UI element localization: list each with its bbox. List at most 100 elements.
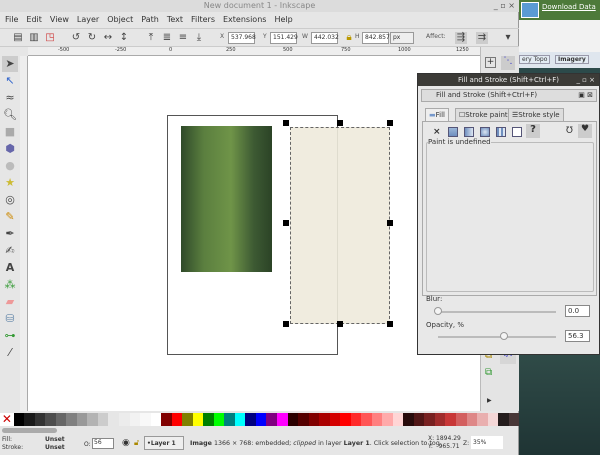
color-swatch[interactable] <box>413 413 425 426</box>
eraser-tool-icon[interactable]: ▰ <box>2 294 18 310</box>
menu-extensions[interactable]: Extensions <box>223 12 266 28</box>
resize-handle[interactable] <box>283 220 289 226</box>
fill-rule-evenodd-icon[interactable]: Ʊ <box>566 126 573 136</box>
color-swatch[interactable] <box>498 413 509 426</box>
scrollbar[interactable] <box>2 428 57 433</box>
blur-spinbox[interactable]: 0.0 <box>565 305 590 317</box>
dock-controls[interactable]: ▣ ⊠ <box>578 90 593 101</box>
color-swatch[interactable] <box>508 413 520 426</box>
resize-handle[interactable] <box>387 120 393 126</box>
unit-select[interactable]: px <box>390 32 414 44</box>
color-swatch[interactable] <box>108 413 119 426</box>
menu-help[interactable]: Help <box>274 12 292 28</box>
dropper-tool-icon[interactable]: ⁄ <box>2 345 18 361</box>
no-paint-button[interactable]: × <box>433 127 441 137</box>
x-field[interactable]: 537.968 <box>228 32 256 44</box>
blur-slider[interactable] <box>438 311 556 313</box>
map-tab-imagery[interactable]: Imagery <box>555 55 589 64</box>
unlock-layer-icon[interactable]: ⧉ <box>485 367 492 378</box>
color-swatch[interactable] <box>97 413 109 426</box>
color-swatch[interactable] <box>192 413 204 426</box>
raise-to-top-icon[interactable]: ⤒ <box>145 32 157 44</box>
zoom-page-icon[interactable]: ▤ <box>12 32 24 44</box>
menu-object[interactable]: Object <box>107 12 133 28</box>
color-swatch[interactable] <box>350 413 362 426</box>
tweak-tool-icon[interactable]: ≈ <box>2 90 18 106</box>
color-swatch[interactable] <box>140 413 151 426</box>
zoom-tool-icon[interactable]: 🔍︎ <box>2 107 18 123</box>
resize-handle[interactable] <box>337 120 343 126</box>
color-swatch[interactable] <box>66 413 77 426</box>
opacity-field[interactable]: 56 <box>92 438 114 449</box>
pattern-button[interactable] <box>496 127 506 137</box>
y-field[interactable]: 151.429 <box>270 32 298 44</box>
resize-handle[interactable] <box>283 321 289 327</box>
zoom-field[interactable]: 35% <box>471 436 503 449</box>
menu-edit[interactable]: Edit <box>26 12 42 28</box>
color-swatch[interactable] <box>456 413 467 426</box>
color-swatch[interactable] <box>55 413 67 426</box>
color-swatch[interactable] <box>161 413 172 426</box>
color-swatch[interactable] <box>487 413 499 426</box>
fill-rule-nonzero-icon[interactable]: ♥ <box>578 124 592 138</box>
color-swatch[interactable] <box>87 413 98 426</box>
color-swatch[interactable] <box>171 413 183 426</box>
dialog-window-controls[interactable]: _ ▫ × <box>576 74 595 86</box>
calligraphy-tool-icon[interactable]: ✍ <box>2 243 18 259</box>
color-swatch[interactable] <box>477 413 488 426</box>
map-tab-topo[interactable]: ery Topo <box>519 55 551 64</box>
color-swatch[interactable] <box>245 413 256 426</box>
affect-stroke-icon[interactable]: ⇶ <box>455 32 467 44</box>
color-swatch[interactable] <box>213 413 225 426</box>
color-swatch[interactable] <box>466 413 478 426</box>
zoom-selection-icon[interactable]: ◳ <box>44 32 56 44</box>
selected-topo-image[interactable] <box>290 127 390 324</box>
flip-vertical-icon[interactable]: ↕ <box>118 32 130 44</box>
resize-handle[interactable] <box>387 321 393 327</box>
layer-lock-icon[interactable]: 🔓︎ <box>134 438 139 448</box>
dialog-titlebar[interactable]: Fill and Stroke (Shift+Ctrl+F) _ ▫ × <box>418 74 599 86</box>
tab-stroke-paint[interactable]: ☐Stroke paint <box>455 108 512 121</box>
color-swatch[interactable] <box>234 413 246 426</box>
color-swatch[interactable] <box>308 413 320 426</box>
color-swatch[interactable] <box>445 413 456 426</box>
color-swatch[interactable] <box>392 413 404 426</box>
node-tool-icon[interactable]: ↖ <box>2 73 18 89</box>
3dbox-tool-icon[interactable]: ⬢ <box>2 141 18 157</box>
download-link[interactable]: Download Data <box>542 3 597 11</box>
color-swatch[interactable] <box>276 413 288 426</box>
radial-gradient-button[interactable] <box>480 127 490 137</box>
lower-to-bottom-icon[interactable]: ⤓ <box>193 32 205 44</box>
rotate-ccw-icon[interactable]: ↺ <box>70 32 82 44</box>
tab-fill[interactable]: ▬Fill <box>425 108 449 121</box>
color-swatch[interactable] <box>298 413 309 426</box>
opacity-slider-knob[interactable] <box>500 332 509 340</box>
color-swatch[interactable] <box>13 413 25 426</box>
download-icon[interactable] <box>521 2 539 18</box>
zoom-drawing-icon[interactable]: ▥ <box>28 32 40 44</box>
resize-handle[interactable] <box>387 220 393 226</box>
opacity-slider[interactable] <box>438 336 556 338</box>
window-controls[interactable]: _ ▫ × <box>494 0 515 12</box>
lower-icon[interactable]: ≡ <box>177 32 189 44</box>
menu-filters[interactable]: Filters <box>191 12 215 28</box>
aerial-image[interactable] <box>181 126 272 272</box>
color-swatch[interactable] <box>182 413 193 426</box>
color-swatch[interactable] <box>424 413 435 426</box>
fill-value[interactable]: Unset <box>45 436 65 443</box>
spray-tool-icon[interactable]: ⁂ <box>2 277 18 293</box>
linear-gradient-button[interactable] <box>464 127 474 137</box>
color-swatch[interactable] <box>150 413 162 426</box>
color-swatch[interactable] <box>129 413 141 426</box>
color-swatch[interactable] <box>319 413 330 426</box>
color-swatch[interactable] <box>76 413 88 426</box>
menu-file[interactable]: File <box>5 12 18 28</box>
toolbar-overflow-icon[interactable]: ▾ <box>502 32 514 44</box>
star-tool-icon[interactable]: ★ <box>2 175 18 191</box>
visibility-eye-icon[interactable]: ◉ <box>122 438 130 448</box>
swatch-button[interactable] <box>512 127 522 137</box>
spiral-tool-icon[interactable]: ◎ <box>2 192 18 208</box>
pencil-tool-icon[interactable]: ✎ <box>2 209 18 225</box>
canvas[interactable] <box>28 56 480 411</box>
bucket-tool-icon[interactable]: ⛁ <box>2 311 18 327</box>
